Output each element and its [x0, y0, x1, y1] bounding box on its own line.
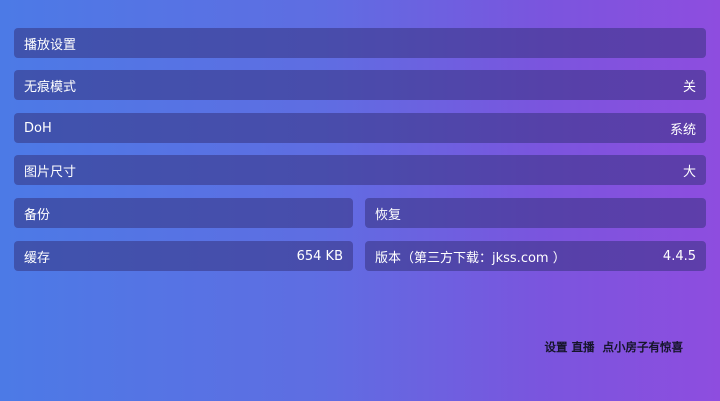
incognito-mode-label: 无痕模式 — [24, 79, 77, 95]
footer-live-link[interactable]: 直播 — [571, 339, 594, 355]
backup-button[interactable]: 备份 — [14, 198, 353, 228]
restore-button[interactable]: 恢复 — [365, 198, 706, 228]
cache-value: 654 KB — [296, 248, 343, 264]
version-value: 4.4.5 — [662, 248, 696, 264]
cache-label: 缓存 — [24, 250, 51, 266]
footer-links: 设置 直播 点小房子有惊喜 — [544, 339, 683, 355]
incognito-mode-row[interactable]: 无痕模式 关 — [14, 70, 706, 100]
restore-label: 恢复 — [375, 207, 402, 223]
footer-settings-link[interactable]: 设置 — [544, 339, 567, 355]
version-row[interactable]: 版本（第三方下载：jkss.com ） 4.4.5 — [365, 241, 706, 271]
footer-easter-egg-text: 点小房子有惊喜 — [602, 340, 684, 354]
doh-row[interactable]: DoH 系统 — [14, 113, 706, 143]
version-label: 版本（第三方下载：jkss.com ） — [375, 250, 566, 266]
footer-spacer — [594, 339, 602, 355]
playback-settings-row[interactable]: 播放设置 — [14, 28, 706, 58]
image-size-row[interactable]: 图片尺寸 大 — [14, 155, 706, 185]
playback-settings-label: 播放设置 — [24, 37, 77, 53]
doh-label: DoH — [24, 120, 52, 136]
backup-label: 备份 — [24, 207, 51, 223]
doh-value: 系统 — [669, 122, 696, 138]
image-size-label: 图片尺寸 — [24, 164, 77, 180]
incognito-mode-value: 关 — [682, 79, 696, 95]
image-size-value: 大 — [682, 164, 696, 180]
cache-row[interactable]: 缓存 654 KB — [14, 241, 353, 271]
